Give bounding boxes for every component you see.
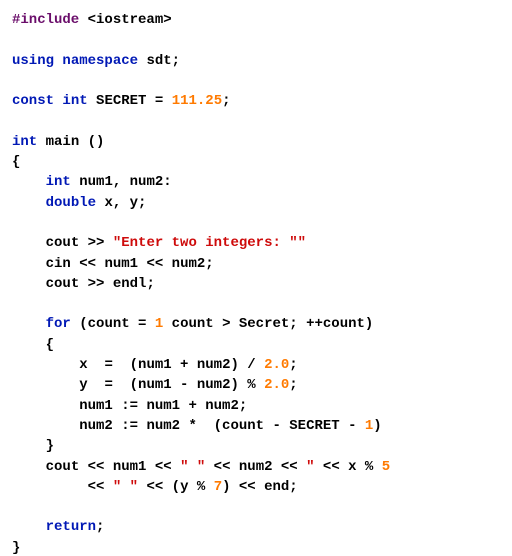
x-var: x [79, 357, 87, 373]
semi-y: ; [289, 377, 297, 393]
assign-x: = [104, 357, 121, 373]
op-ins-2: >> [88, 276, 105, 292]
for-cond-b: count > Secret; ++count) [163, 316, 373, 332]
out2-a: << [88, 479, 113, 495]
y-two: 2.0 [264, 377, 289, 393]
y-var: y [79, 377, 87, 393]
out-c: << x % [315, 459, 382, 475]
coloneq-2: := [121, 418, 138, 434]
sp-str-2: " " [113, 479, 138, 495]
five: 5 [382, 459, 390, 475]
out-b: << num2 << [205, 459, 306, 475]
lbrace-main: { [12, 154, 20, 170]
op-ins-1: >> [88, 235, 105, 251]
out2-b: << (y % [138, 479, 214, 495]
op-ext-1: << [79, 256, 96, 272]
include-target: <iostream> [88, 12, 172, 28]
kw-for: for [46, 316, 71, 332]
n1: num1 [79, 398, 113, 414]
type-int: int [62, 93, 87, 109]
parens: () [88, 134, 105, 150]
kw-namespace: namespace [62, 53, 138, 69]
preprocessor: #include [12, 12, 79, 28]
sp-str-1: " " [180, 459, 205, 475]
x-two: 2.0 [264, 357, 289, 373]
decl-xy: x, y; [104, 195, 146, 211]
out2-c: ) << end; [222, 479, 298, 495]
for-cond-a: (count = [79, 316, 155, 332]
kw-return: return [46, 519, 96, 535]
type-int-decl: int [46, 174, 71, 190]
n2: num2 [79, 418, 113, 434]
x-expr-a: (num1 + num2) / [121, 357, 264, 373]
kw-const: const [12, 93, 54, 109]
secret-name: SECRET [96, 93, 146, 109]
type-double: double [46, 195, 96, 211]
dq-1: " [306, 459, 314, 475]
coloneq-1: := [121, 398, 138, 414]
cout-2: cout [46, 276, 80, 292]
secret-val: 111.25 [172, 93, 222, 109]
seven: 7 [214, 479, 222, 495]
decl-nums: num1, num2: [79, 174, 171, 190]
for-one: 1 [155, 316, 163, 332]
n1-expr: num1 + num2; [138, 398, 247, 414]
eq: = [155, 93, 163, 109]
n2-expr-a: num2 * (count - SECRET - [138, 418, 365, 434]
ns-name: sdt [146, 53, 171, 69]
type-int-main: int [12, 134, 37, 150]
rbrace-main: } [12, 540, 20, 556]
kw-using: using [12, 53, 54, 69]
cout-1: cout [46, 235, 80, 251]
semi-x: ; [289, 357, 297, 373]
out-a: num1 << [113, 459, 180, 475]
cout-3: cout [46, 459, 80, 475]
assign-y: = [104, 377, 121, 393]
endl-1: endl; [113, 276, 155, 292]
fn-main: main [46, 134, 80, 150]
op-ext-3a: << [88, 459, 105, 475]
n2-rparen: ) [373, 418, 381, 434]
cin-body: num1 << num2; [104, 256, 213, 272]
rbrace-for: } [46, 438, 54, 454]
cin-1: cin [46, 256, 71, 272]
code-block: #include <iostream> using namespace sdt;… [0, 0, 512, 556]
y-expr-a: (num1 - num2) % [121, 377, 264, 393]
lbrace-for: { [46, 337, 54, 353]
prompt-string: "Enter two integers: "" [113, 235, 306, 251]
